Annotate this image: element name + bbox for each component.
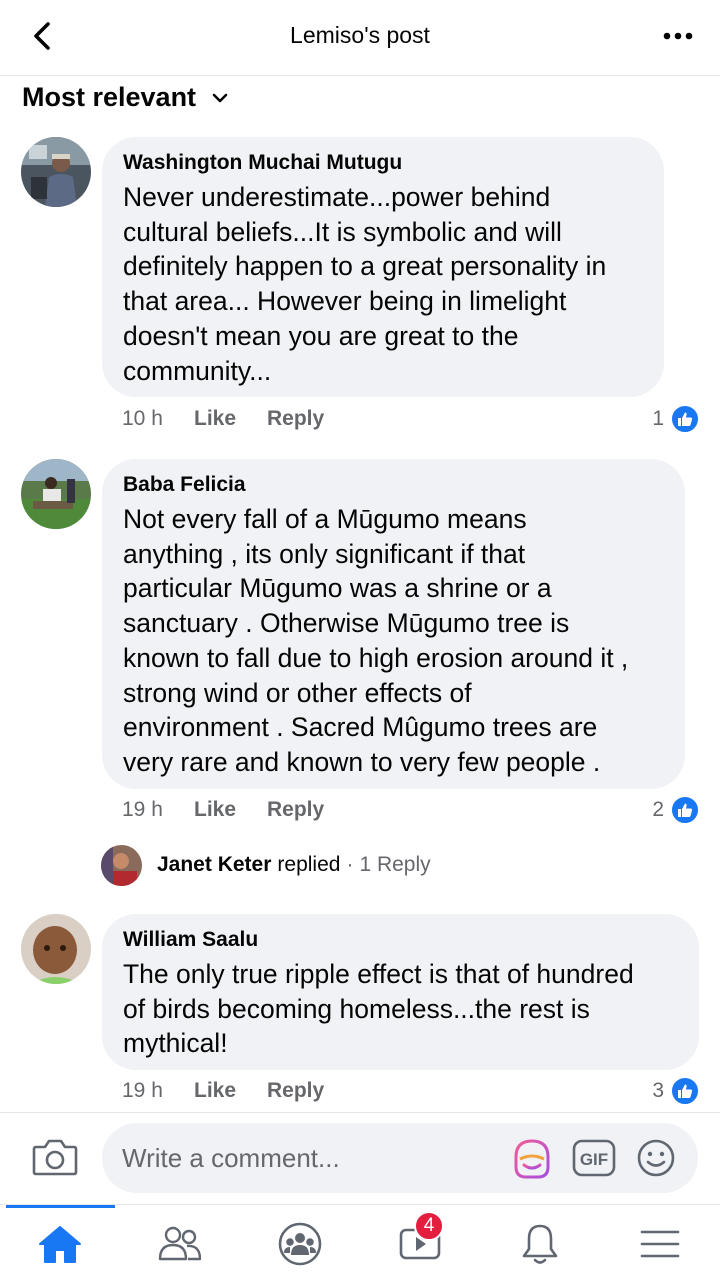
comment-input-field[interactable]: GIF [102,1123,698,1193]
reaction-count: 3 [652,1079,664,1102]
menu-icon [640,1230,680,1258]
bell-icon [522,1224,558,1264]
chevron-down-icon [212,93,228,103]
comment-actions: 19 h Like Reply [122,1076,324,1106]
tab-friends[interactable] [150,1219,210,1269]
tab-groups[interactable] [270,1219,330,1269]
comment-composer: GIF [0,1112,720,1204]
gif-icon: GIF [572,1139,616,1177]
emoji-icon [637,1139,675,1177]
page-title: Lemiso's post [290,22,430,48]
comment-actions: 19 h Like Reply [122,795,324,825]
reaction-summary[interactable]: 3 [652,1076,700,1106]
like-button[interactable]: Like [194,798,267,822]
comment-author[interactable]: Washington Muchai Mutugu [123,151,644,175]
sort-label: Most relevant [22,81,197,112]
tab-notifications[interactable] [510,1219,570,1269]
tab-home[interactable] [30,1219,90,1269]
separator: · [346,853,354,876]
gif-button[interactable]: GIF [572,1139,616,1177]
avatar[interactable] [21,459,91,529]
more-horizontal-icon [663,32,693,40]
comment-author[interactable]: William Saalu [123,928,679,952]
comment-time: 10 h [122,407,163,430]
reaction-count: 1 [652,407,664,430]
camera-icon [32,1139,78,1176]
avatar[interactable] [21,914,91,984]
reply-author: Janet Keter [157,853,272,876]
comment-actions: 10 h Like Reply [122,404,324,434]
comment-bubble: Washington Muchai Mutugu Never underesti… [102,137,664,397]
groups-icon [278,1222,322,1266]
friends-icon [158,1226,202,1261]
gif-label: GIF [580,1150,608,1169]
view-replies-link[interactable]: Janet Keter replied · 1 Reply [101,844,431,886]
avatar-sticker-icon [514,1139,550,1179]
active-tab-indicator [6,1205,115,1208]
avatar [101,844,142,886]
like-reaction-icon [670,404,700,434]
comment-bubble: Baba Felicia Not every fall of a Mūgumo … [102,459,685,789]
comment-input[interactable] [122,1123,502,1193]
reaction-count: 2 [652,798,664,821]
comment-time: 19 h [122,1079,163,1102]
reply-verb: replied [277,853,341,876]
like-reaction-icon [670,1076,700,1106]
reply-button[interactable]: Reply [267,798,324,822]
comment-time: 19 h [122,798,163,821]
comment-sort-dropdown[interactable]: Most relevant [22,80,228,114]
bottom-navigation: 4 [0,1204,720,1280]
comment-text: Never underestimate...power behind cultu… [123,182,607,386]
comment-text: Not every fall of a Mūgumo means anythin… [123,504,629,777]
reaction-summary[interactable]: 2 [652,795,700,825]
emoji-button[interactable] [636,1138,676,1178]
more-options-button[interactable] [660,22,696,50]
avatar[interactable] [21,137,91,207]
comment-author[interactable]: Baba Felicia [123,473,665,497]
like-reaction-icon [670,795,700,825]
tab-watch[interactable]: 4 [390,1211,450,1269]
comment-bubble: William Saalu The only true ripple effec… [102,914,699,1070]
comment-text: The only true ripple effect is that of h… [123,959,634,1059]
tab-menu[interactable] [630,1219,690,1269]
home-icon [39,1226,81,1263]
like-button[interactable]: Like [194,1079,267,1103]
avatar-sticker-button[interactable] [510,1137,554,1181]
reply-count: 1 Reply [359,853,431,876]
reaction-summary[interactable]: 1 [652,404,700,434]
top-bar: Lemiso's post [0,0,720,76]
camera-button[interactable] [32,1137,78,1181]
reply-button[interactable]: Reply [267,407,324,431]
like-button[interactable]: Like [194,407,267,431]
reply-button[interactable]: Reply [267,1079,324,1103]
notification-badge: 4 [414,1211,444,1241]
